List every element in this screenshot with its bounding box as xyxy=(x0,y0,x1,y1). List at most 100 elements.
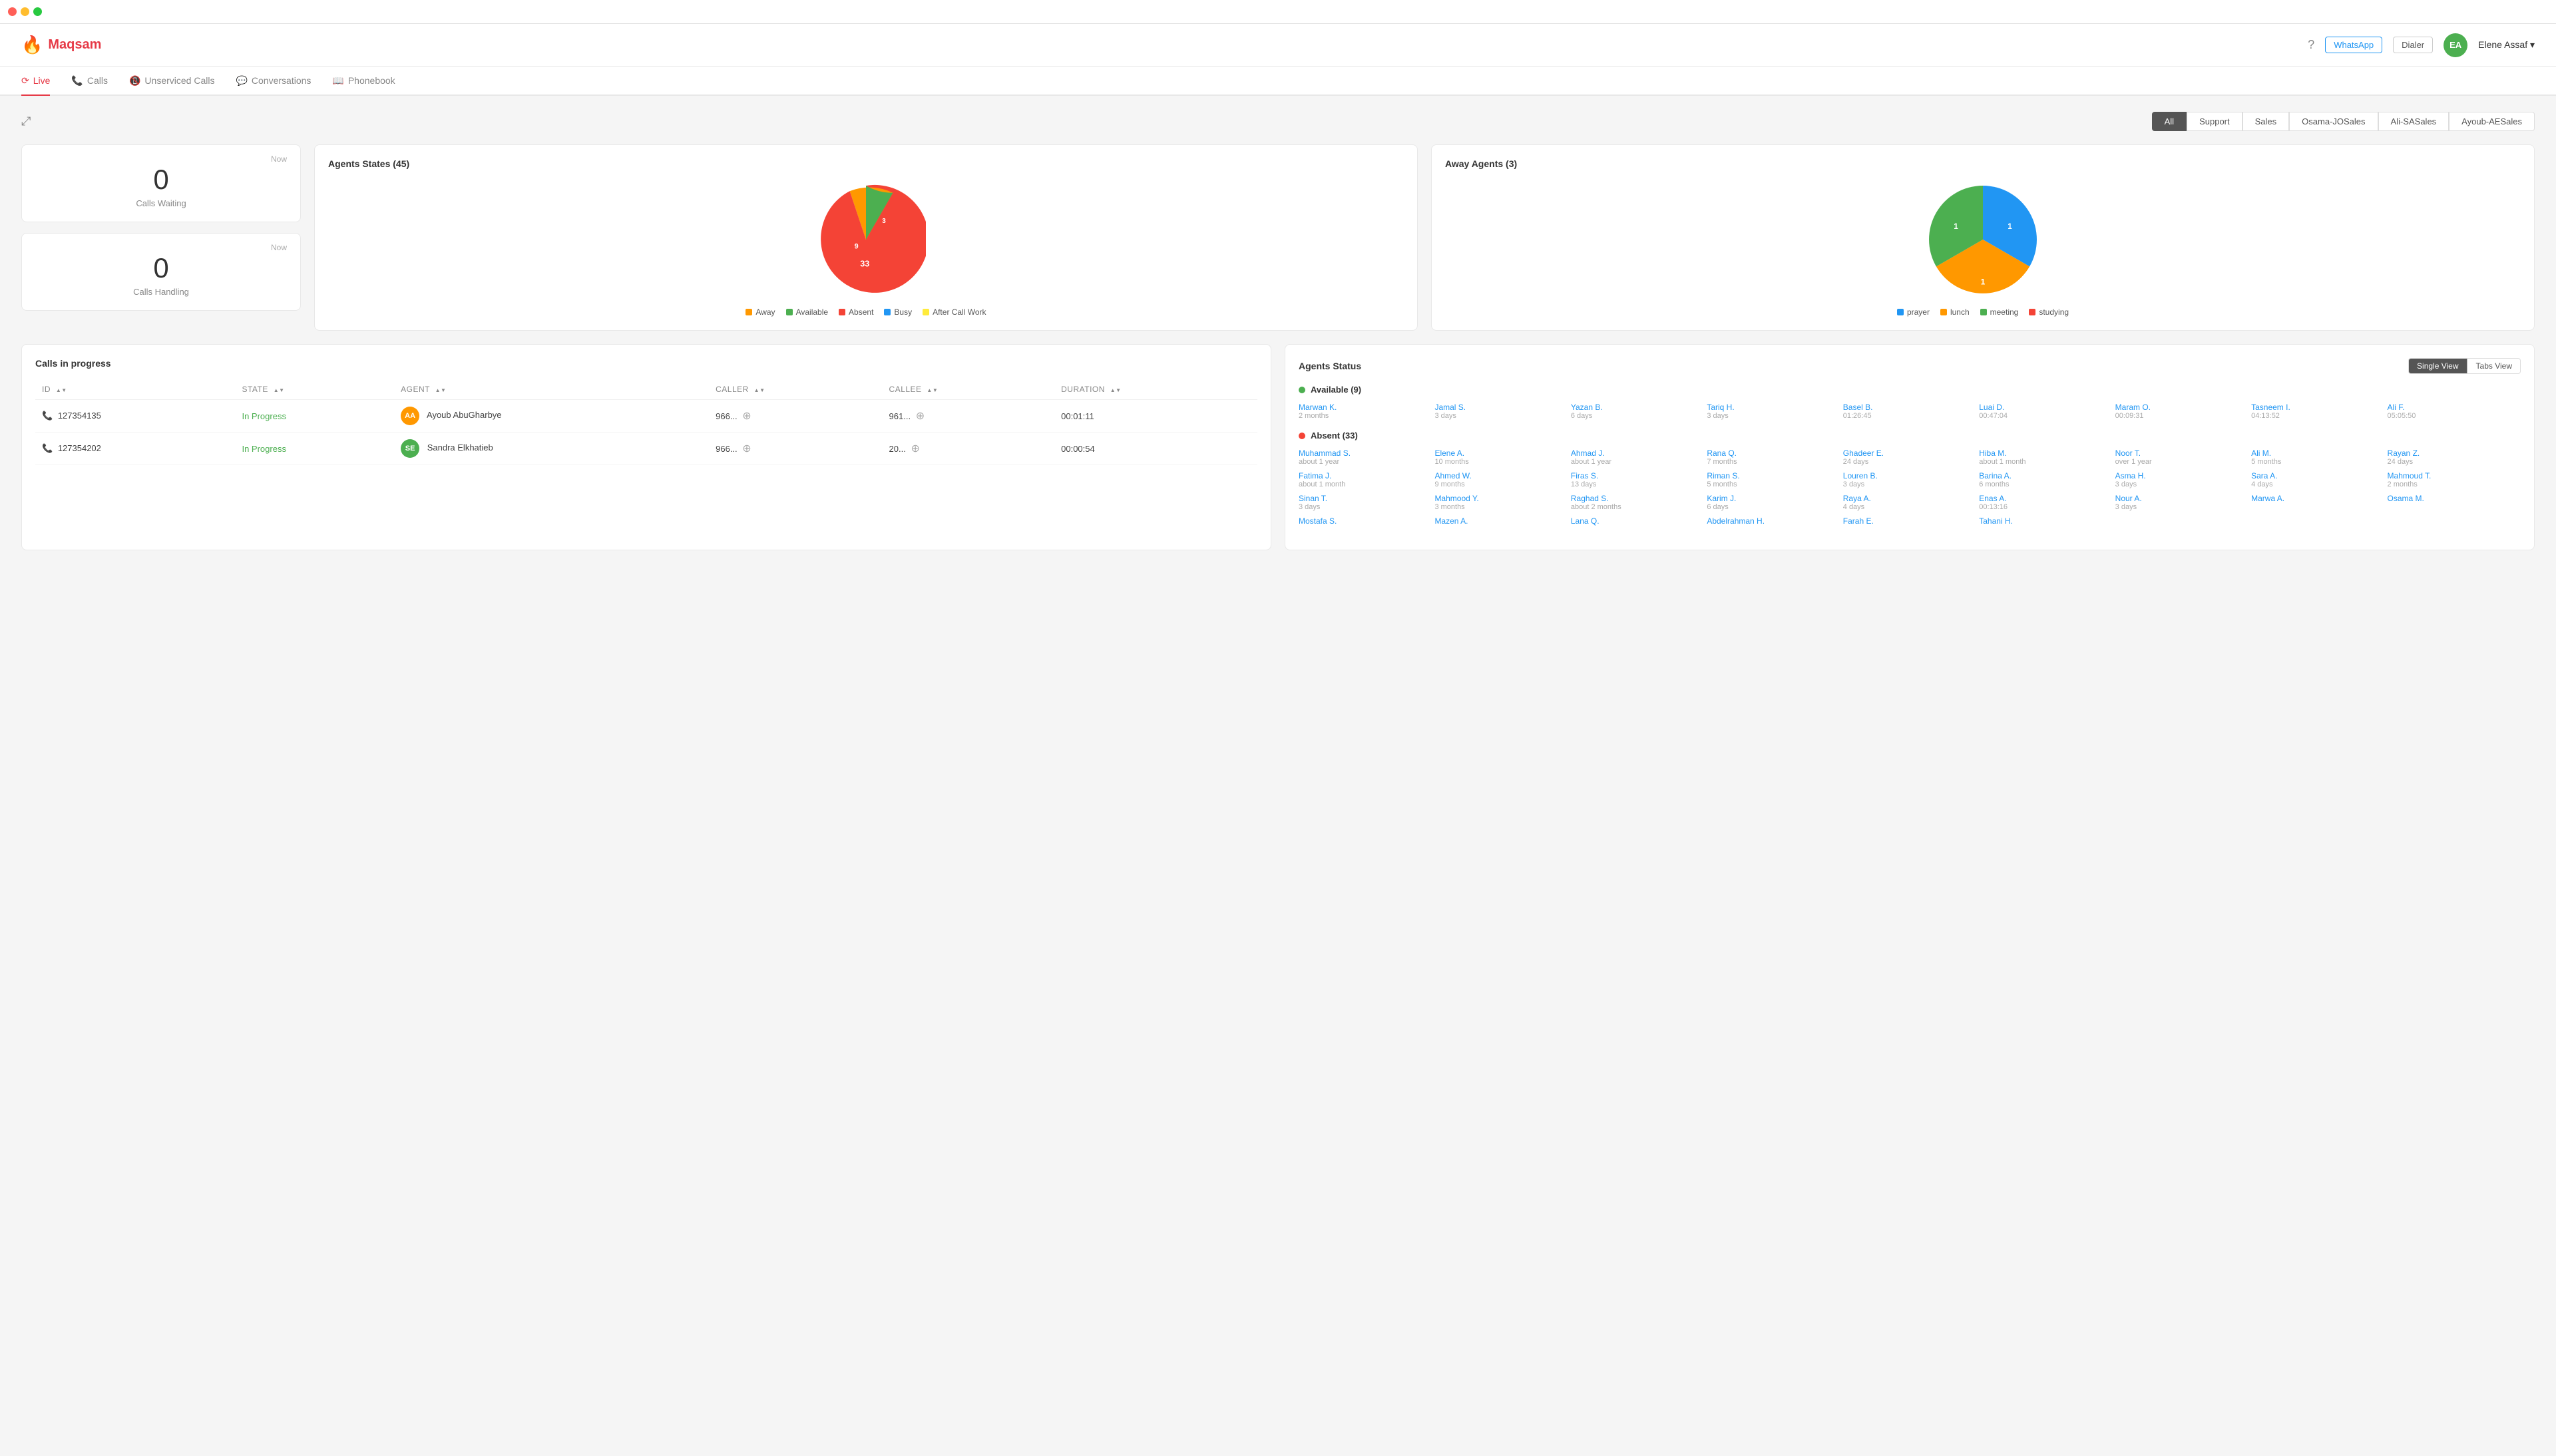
legend-lunch: lunch xyxy=(1940,307,1970,317)
dialer-button[interactable]: Dialer xyxy=(2393,37,2433,53)
single-view-btn[interactable]: Single View xyxy=(2408,358,2467,374)
calls-in-progress-card: Calls in progress ID ▲▼ STATE ▲▼ AGENT xyxy=(21,344,1271,550)
calls-waiting-label: Calls Waiting xyxy=(41,198,282,208)
available-dot xyxy=(1299,387,1305,393)
svg-text:33: 33 xyxy=(860,260,869,269)
list-item: Elene A.10 months xyxy=(1434,449,1568,466)
filter-btn-ayoub[interactable]: Ayoub-AESales xyxy=(2449,112,2535,131)
maximize-button[interactable] xyxy=(33,7,42,16)
list-item: Luai D. 00:47:04 xyxy=(1979,403,2112,420)
col-agent[interactable]: AGENT ▲▼ xyxy=(394,379,709,400)
legend-meeting: meeting xyxy=(1980,307,2019,317)
phone-icon: 📞 xyxy=(71,75,83,87)
list-item: Jamal S. 3 days xyxy=(1434,403,1568,420)
calls-handling-count: 0 xyxy=(41,252,282,284)
list-item: Marwa A. xyxy=(2251,494,2384,511)
list-item: Ahmad J.about 1 year xyxy=(1571,449,1704,466)
absent-dot xyxy=(1299,433,1305,439)
list-item: Louren B.3 days xyxy=(1843,471,1976,488)
phone-call-icon: 📞 xyxy=(42,443,53,453)
calls-table: ID ▲▼ STATE ▲▼ AGENT ▲▼ CALLER xyxy=(35,379,1257,465)
filter-btn-all[interactable]: All xyxy=(2152,112,2187,131)
call-state: In Progress xyxy=(235,400,394,433)
calls-waiting-card: Now 0 Calls Waiting xyxy=(21,144,301,222)
agents-states-chart: 33 9 3 Away Available Absent xyxy=(328,180,1404,317)
call-caller: 966... ⊕ xyxy=(709,433,882,465)
list-item: Firas S.13 days xyxy=(1571,471,1704,488)
add-caller-icon[interactable]: ⊕ xyxy=(742,443,751,455)
close-button[interactable] xyxy=(8,7,17,16)
book-icon: 📖 xyxy=(332,75,343,87)
help-icon[interactable]: ? xyxy=(2308,38,2314,52)
title-bar xyxy=(0,0,2556,24)
list-item: Sinan T.3 days xyxy=(1299,494,1432,511)
tab-live[interactable]: ⟳ Live xyxy=(21,67,50,96)
whatsapp-button[interactable]: WhatsApp xyxy=(2325,37,2382,53)
list-item: Ali F. 05:05:50 xyxy=(2388,403,2521,420)
absent-agents-grid: Muhammad S.about 1 yearElene A.10 months… xyxy=(1299,449,2521,526)
call-callee: 961... ⊕ xyxy=(883,400,1055,433)
agents-states-card: Agents States (45) 33 9 3 xyxy=(314,144,1418,331)
legend-busy: Busy xyxy=(884,307,912,317)
call-caller: 966... ⊕ xyxy=(709,400,882,433)
minimize-button[interactable] xyxy=(21,7,29,16)
filter-btn-osama[interactable]: Osama-JOSales xyxy=(2289,112,2378,131)
list-item: Mahmoud T.2 months xyxy=(2388,471,2521,488)
add-callee-icon[interactable]: ⊕ xyxy=(916,411,925,422)
svg-text:1: 1 xyxy=(1954,222,1958,231)
user-name[interactable]: Elene Assaf ▾ xyxy=(2478,39,2535,51)
tab-conversations[interactable]: 💬 Conversations xyxy=(236,67,311,96)
list-item: Asma H.3 days xyxy=(2115,471,2248,488)
legend-away: Away xyxy=(746,307,775,317)
list-item: Barina A.6 months xyxy=(1979,471,2112,488)
sort-id-icon: ▲▼ xyxy=(56,388,67,393)
sort-state-icon: ▲▼ xyxy=(274,388,285,393)
list-item: Enas A.00:13:16 xyxy=(1979,494,2112,511)
sort-duration-icon: ▲▼ xyxy=(1110,388,1122,393)
logo: 🔥 Maqsam xyxy=(21,35,101,55)
agents-states-pie: 33 9 3 xyxy=(806,180,926,299)
absent-section: Absent (33) Muhammad S.about 1 yearElene… xyxy=(1299,431,2521,526)
list-item: Muhammad S.about 1 year xyxy=(1299,449,1432,466)
filter-btn-ali[interactable]: Ali-SASales xyxy=(2378,112,2450,131)
expand-icon[interactable]: ⤢ xyxy=(21,114,31,128)
sort-agent-icon: ▲▼ xyxy=(435,388,447,393)
nav-tabs: ⟳ Live 📞 Calls 📵 Unserviced Calls 💬 Conv… xyxy=(0,67,2556,96)
legend-acw: After Call Work xyxy=(923,307,986,317)
filter-btn-sales[interactable]: Sales xyxy=(2242,112,2290,131)
main-content: ⤢ All Support Sales Osama-JOSales Ali-SA… xyxy=(0,96,2556,566)
small-cards: Now 0 Calls Waiting Now 0 Calls Handling xyxy=(21,144,301,331)
list-item: Osama M. xyxy=(2388,494,2521,511)
sort-callee-icon: ▲▼ xyxy=(927,388,938,393)
list-item: Ahmed W.9 months xyxy=(1434,471,1568,488)
list-item: Riman S.5 months xyxy=(1707,471,1840,488)
available-section: Available (9) Marwan K. 2 months Jamal S… xyxy=(1299,385,2521,420)
tabs-view-btn[interactable]: Tabs View xyxy=(2467,358,2521,374)
filter-btn-support[interactable]: Support xyxy=(2187,112,2242,131)
call-id: 📞 127354202 xyxy=(35,433,235,465)
col-callee[interactable]: CALLEE ▲▼ xyxy=(883,379,1055,400)
legend-available: Available xyxy=(786,307,828,317)
call-id: 📞 127354135 xyxy=(35,400,235,433)
add-callee-icon[interactable]: ⊕ xyxy=(911,443,919,455)
absent-header: Absent (33) xyxy=(1299,431,2521,441)
phone-call-icon: 📞 xyxy=(42,411,53,421)
tab-unserviced[interactable]: 📵 Unserviced Calls xyxy=(129,67,214,96)
tab-phonebook[interactable]: 📖 Phonebook xyxy=(332,67,395,96)
calls-in-progress-title: Calls in progress xyxy=(35,358,1257,369)
col-id[interactable]: ID ▲▼ xyxy=(35,379,235,400)
chat-icon: 💬 xyxy=(236,75,247,87)
top-row: Now 0 Calls Waiting Now 0 Calls Handling… xyxy=(21,144,2535,331)
col-duration[interactable]: DURATION ▲▼ xyxy=(1054,379,1257,400)
logo-text: Maqsam xyxy=(48,37,101,53)
available-agents-grid: Marwan K. 2 months Jamal S. 3 days Yazan… xyxy=(1299,403,2521,420)
svg-text:9: 9 xyxy=(855,243,859,251)
tab-calls[interactable]: 📞 Calls xyxy=(71,67,108,96)
col-caller[interactable]: CALLER ▲▼ xyxy=(709,379,882,400)
away-agents-title: Away Agents (3) xyxy=(1445,158,2521,169)
filter-buttons: All Support Sales Osama-JOSales Ali-SASa… xyxy=(2152,112,2535,131)
add-caller-icon[interactable]: ⊕ xyxy=(742,411,751,422)
agents-states-legend: Away Available Absent Busy xyxy=(746,307,986,317)
col-state[interactable]: STATE ▲▼ xyxy=(235,379,394,400)
avatar: EA xyxy=(2444,33,2467,57)
